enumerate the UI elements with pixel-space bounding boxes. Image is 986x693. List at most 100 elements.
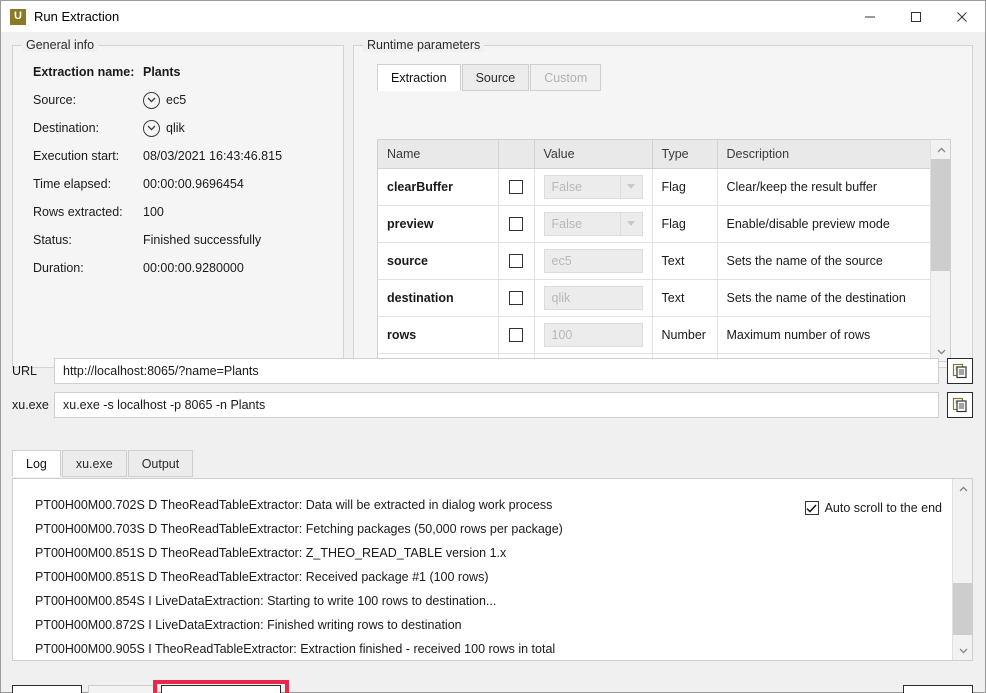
general-info-row: Duration: 00:00:00.9280000 [13,254,343,282]
general-info-row: Extraction name: Plants [13,58,343,86]
general-info-list: Extraction name: Plants Source: ec5 Dest… [13,58,343,282]
scroll-up-icon[interactable] [953,479,973,498]
general-info-row: Source: ec5 [13,86,343,114]
copy-icon[interactable] [947,358,973,384]
param-value-cell: False [534,168,653,206]
url-row: URL http://localhost:8065/?name=Plants [12,358,973,384]
run-extraction-window: U Run Extraction General info Extraction… [0,0,986,693]
general-info-value: Finished successfully [143,233,262,247]
general-info-value-wrap: qlik [143,119,185,137]
xuexe-row: xu.exe xu.exe -s localhost -p 8065 -n Pl… [12,392,973,418]
general-info-value: 08/03/2021 16:43:46.815 [143,149,283,163]
column-header-description: Description [717,140,932,169]
param-value-dropdown[interactable]: False [543,174,643,199]
param-value-input[interactable]: qlik [543,285,643,310]
app-icon: U [10,8,26,25]
param-checkbox-cell [498,205,535,243]
tab-source[interactable]: Source [461,64,530,91]
param-value-text: 100 [551,327,573,342]
param-description: Maximum number of rows [717,316,932,354]
param-value-text: False [551,179,583,194]
general-info-row: Time elapsed: 00:00:00.9696454 [13,170,343,198]
param-checkbox[interactable] [509,290,523,305]
param-value-input[interactable]: 100 [543,322,643,347]
tab-log[interactable]: Log [12,450,61,477]
param-value-text: qlik [551,290,571,305]
xuexe-input[interactable]: xu.exe -s localhost -p 8065 -n Plants [54,392,939,418]
general-info-label: Source: [33,93,77,107]
auto-scroll-checkbox[interactable]: Auto scroll to the end [798,501,942,515]
log-scroll-thumb[interactable] [953,583,973,635]
general-info-label: Status: [33,233,72,247]
general-info-row: Execution start: 08/03/2021 16:43:46.815 [13,142,343,170]
chevron-down-icon[interactable] [143,91,160,109]
chevron-down-icon[interactable] [619,212,642,235]
log-line: PT00H00M00.703S D TheoReadTableExtractor… [35,522,563,536]
minimize-icon[interactable] [847,1,893,32]
param-type: Text [652,279,718,317]
column-header-type: Type [652,140,718,169]
tab-output[interactable]: Output [127,450,194,477]
general-info-row: Rows extracted: 100 [13,198,343,226]
general-info-label: Duration: [33,261,84,275]
general-info-row: Destination: qlik [13,114,343,142]
param-value-input[interactable]: ec5 [543,248,643,273]
param-checkbox[interactable] [509,253,523,268]
param-checkbox-cell [498,242,535,280]
checkbox-checked-icon[interactable] [804,501,819,515]
maximize-icon[interactable] [893,1,939,32]
table-row: clearBuffer False Flag Clear/keep the re… [378,168,932,206]
log-tabs: Log xu.exe Output [12,450,194,477]
general-info-label: Extraction name: [33,65,135,79]
url-input[interactable]: http://localhost:8065/?name=Plants [54,358,939,384]
param-value-cell: qlik [534,279,653,317]
log-line: PT00H00M00.854S I LiveDataExtraction: St… [35,594,497,608]
close-button[interactable]: Close [903,685,973,693]
param-checkbox[interactable] [509,216,523,231]
tab-extraction[interactable]: Extraction [377,64,461,91]
table-scroll-thumb[interactable] [931,159,950,271]
general-info-label: Destination: [33,121,100,135]
run-button[interactable]: Run [12,685,82,693]
runtime-parameters-group: Runtime parameters Extraction Source Cus… [353,38,973,368]
generate-qlik-script-button[interactable]: Generate Qlik Script [161,685,281,693]
column-header-name: Name [378,140,499,169]
param-value-dropdown[interactable]: False [543,211,643,236]
general-info-value-wrap: ec5 [143,91,186,109]
param-name: destination [378,279,499,317]
param-type: Number [652,316,718,354]
abort-button: Abort [88,685,158,693]
param-type: Text [652,242,718,280]
window-controls [847,1,985,32]
table-row: preview False Flag Enable/disable previe… [378,205,932,243]
log-line: PT00H00M00.851S D TheoReadTableExtractor… [35,546,507,560]
chevron-down-icon[interactable] [143,119,160,137]
general-info-label: Execution start: [33,149,120,163]
param-type: Flag [652,168,718,206]
general-info-value: Plants [143,65,181,79]
scroll-down-icon[interactable] [953,641,973,660]
runtime-parameters-legend: Runtime parameters [363,38,485,52]
log-scrollbar[interactable] [952,479,973,660]
table-scrollbar[interactable] [930,140,950,361]
log-line: PT00H00M00.905S I TheoReadTableExtractor… [35,642,556,656]
param-checkbox[interactable] [509,327,523,342]
window-title: Run Extraction [34,9,120,24]
log-line: PT00H00M00.872S I LiveDataExtraction: Fi… [35,618,462,632]
title-bar: U Run Extraction [1,1,985,32]
param-name: rows [378,316,499,354]
param-description: Sets the name of the source [717,242,932,280]
param-checkbox[interactable] [509,179,523,194]
xuexe-label: xu.exe [12,398,49,412]
param-description: Sets the name of the destination [717,279,932,317]
tab-xuexe[interactable]: xu.exe [61,450,127,477]
param-value-cell: ec5 [534,242,653,280]
scroll-up-icon[interactable] [931,140,950,159]
copy-icon[interactable] [947,392,973,418]
chevron-down-icon[interactable] [619,175,642,198]
general-info-value: qlik [166,121,185,135]
column-header-value: Value [534,140,653,169]
param-description: Enable/disable preview mode [717,205,932,243]
log-line: PT00H00M00.851S D TheoReadTableExtractor… [35,570,489,584]
close-icon[interactable] [939,1,985,32]
